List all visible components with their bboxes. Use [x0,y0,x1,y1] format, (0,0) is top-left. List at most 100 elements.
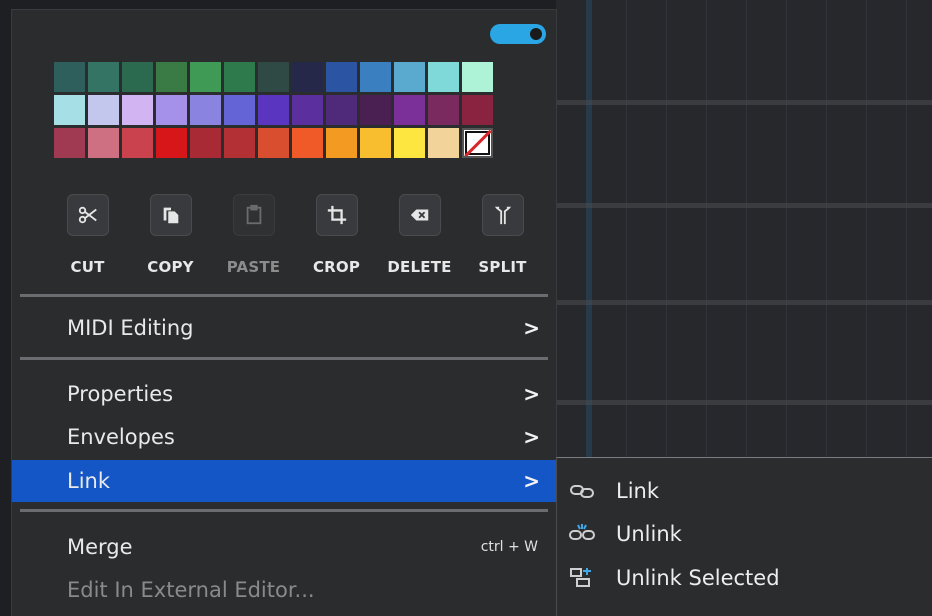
color-swatch[interactable] [428,95,459,125]
color-swatch[interactable] [54,95,85,125]
action-label: CROP [312,258,361,276]
color-swatch[interactable] [258,62,289,92]
link-icon [569,480,595,502]
track-divider [556,100,932,105]
copy-icon [160,204,182,226]
color-swatch[interactable] [122,128,153,158]
menu-item-envelopes[interactable]: Envelopes > [12,416,556,458]
swatch-row [54,62,493,92]
chevron-right-icon: > [523,425,540,449]
divider [20,509,548,512]
scissors-icon [77,204,99,226]
cut-action: CUT [46,194,129,276]
color-swatch[interactable] [428,62,459,92]
crop-action: CROP [295,194,378,276]
toggle-switch[interactable] [490,24,546,44]
cut-button[interactable] [66,194,109,236]
color-swatch[interactable] [224,95,255,125]
color-swatch[interactable] [224,62,255,92]
divider [20,294,548,297]
delete-button[interactable] [398,194,441,236]
delete-key-icon [409,204,431,226]
color-swatch[interactable] [292,95,323,125]
crop-icon [326,204,348,226]
color-swatch[interactable] [190,95,221,125]
menu-item-properties[interactable]: Properties > [12,373,556,415]
color-swatch[interactable] [326,62,357,92]
color-swatch[interactable] [88,62,119,92]
color-swatch[interactable] [190,62,221,92]
copy-button[interactable] [149,194,192,236]
toggle-knob [530,28,542,40]
swatch-row [54,128,493,158]
menu-item-label: Link [67,469,111,493]
split-button[interactable] [481,194,524,236]
color-swatch[interactable] [156,95,187,125]
unlink-icon [569,523,595,545]
color-swatch[interactable] [122,62,153,92]
submenu-item-label: Unlink Selected [616,566,780,590]
track-divider [556,400,932,405]
color-swatch[interactable] [428,128,459,158]
submenu-item-unlink[interactable]: Unlink [557,514,932,554]
color-swatch[interactable] [190,128,221,158]
menu-item-label: Envelopes [67,425,175,449]
color-swatch[interactable] [292,128,323,158]
crop-button[interactable] [315,194,358,236]
color-swatch[interactable] [462,62,493,92]
color-swatch[interactable] [88,128,119,158]
swatch-row [54,95,493,125]
color-swatch[interactable] [326,95,357,125]
color-swatch[interactable] [360,62,391,92]
menu-item-label: Properties [67,382,174,406]
split-action: SPLIT [461,194,544,276]
menu-item-label: Merge [67,535,133,559]
color-swatch[interactable] [394,95,425,125]
context-menu: CUT COPY PASTE CROP DELETE SPLIT MIDI Editing… [12,10,556,616]
menu-item-link[interactable]: Link > [12,460,556,502]
shortcut-label: ctrl + W [480,539,538,555]
menu-item-label: MIDI Editing [67,316,194,340]
action-label: DELETE [387,258,452,276]
color-swatch[interactable] [292,62,323,92]
color-swatch[interactable] [122,95,153,125]
color-swatch[interactable] [258,128,289,158]
copy-action: COPY [129,194,212,276]
no-color-swatch[interactable] [462,128,493,158]
paste-action: PASTE [212,194,295,276]
color-swatch[interactable] [156,128,187,158]
link-submenu: Link Unlink Unlink Selected [556,457,932,616]
submenu-item-unlink-selected[interactable]: Unlink Selected [557,558,932,598]
divider [20,357,548,360]
action-label: PASTE [226,258,281,276]
color-swatch[interactable] [394,128,425,158]
color-swatch[interactable] [54,128,85,158]
color-swatch[interactable] [360,128,391,158]
submenu-item-label: Link [616,479,660,503]
submenu-item-label: Unlink [616,522,682,546]
color-swatch[interactable] [88,95,119,125]
color-swatch[interactable] [394,62,425,92]
menu-item-edit-external[interactable]: Edit In External Editor... [12,569,556,611]
delete-action: DELETE [378,194,461,276]
track-divider [556,203,932,208]
submenu-item-link[interactable]: Link [557,471,932,511]
paste-button[interactable] [232,194,275,236]
chevron-right-icon: > [523,469,540,493]
edit-action-bar: CUT COPY PASTE CROP DELETE SPLIT [46,194,544,276]
split-arrows-icon [492,204,514,226]
action-label: SPLIT [478,258,527,276]
color-palette [54,62,493,161]
menu-item-merge[interactable]: Merge ctrl + W [12,526,556,568]
color-swatch[interactable] [224,128,255,158]
menu-item-midi-editing[interactable]: MIDI Editing > [12,307,556,349]
color-swatch[interactable] [462,95,493,125]
clipboard-icon [243,204,265,226]
color-swatch[interactable] [360,95,391,125]
action-label: COPY [147,258,194,276]
color-swatch[interactable] [156,62,187,92]
menu-item-label: Edit In External Editor... [67,578,315,602]
color-swatch[interactable] [258,95,289,125]
color-swatch[interactable] [54,62,85,92]
color-swatch[interactable] [326,128,357,158]
